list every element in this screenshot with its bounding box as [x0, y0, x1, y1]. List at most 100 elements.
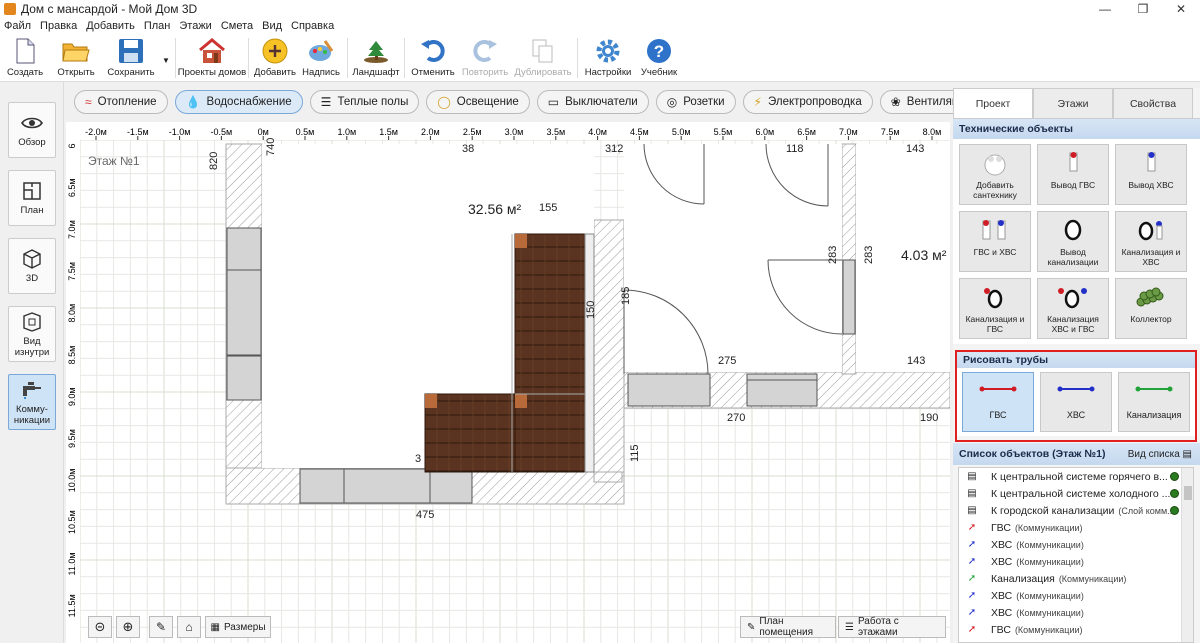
hot-water-outlet-button[interactable]: Вывод ГВС	[1037, 144, 1109, 205]
list-item[interactable]: ➚ ХВС (Коммуникации)	[959, 587, 1193, 604]
title-bar: Дом с мансардой - Мой Дом 3D — ❐ ✕	[0, 0, 1200, 18]
sewer-hot-outlet-button[interactable]: Канализация и ГВС	[959, 278, 1031, 339]
visibility-eye-icon[interactable]	[1170, 472, 1179, 481]
list-item[interactable]: ➚ ХВС (Коммуникации)	[959, 553, 1193, 570]
menu-edit[interactable]: Правка	[40, 20, 77, 32]
zoom-out-button[interactable]: ⊝	[88, 616, 112, 638]
add-icon	[261, 38, 289, 64]
sewer-cold-outlet-button[interactable]: Канализация и ХВС	[1115, 211, 1187, 272]
floor-plan-canvas[interactable]: -2.0м -1.5м -1.0м -0.5м 0м 0.5м 1.0м 1.5м 2.0м 2.…	[66, 122, 950, 643]
add-plumbing-button[interactable]: Добавить сантехнику	[959, 144, 1031, 205]
menu-plan[interactable]: План	[144, 20, 171, 32]
list-item[interactable]: ➚ ГВС (Коммуникации)	[959, 519, 1193, 536]
list-item[interactable]: ➚ ГВС (Коммуникации)	[959, 621, 1193, 638]
dim-143-bottom: 143	[907, 355, 925, 367]
object-list-scrollbar[interactable]	[1181, 468, 1193, 642]
dim-118: 118	[786, 143, 804, 155]
nav-overview[interactable]: Обзор	[8, 102, 56, 158]
house-projects-button[interactable]: Проекты домов	[178, 34, 246, 82]
create-button[interactable]: Создать	[0, 34, 50, 82]
ruler-button[interactable]: ✎	[149, 616, 173, 638]
tab-switches[interactable]: ▭ Выключатели	[536, 90, 649, 114]
list-item[interactable]: ▤ К городской канализации (Слой комм...	[959, 502, 1193, 519]
dim-740: 740	[265, 138, 277, 156]
save-dropdown[interactable]: ▼	[160, 34, 172, 82]
list-view-toggle[interactable]: Вид списка ▤	[1128, 449, 1192, 460]
list-item[interactable]: ➚ ХВС (Коммуникации)	[959, 536, 1193, 553]
sizes-button[interactable]: ▦ Размеры	[205, 616, 271, 638]
ruler-x-label: 8.0м	[923, 127, 942, 137]
ruler-y-label: 10.5м	[67, 510, 77, 534]
area-small: 4.03 м²	[901, 247, 947, 263]
tab-lighting[interactable]: ◯ Освещение	[426, 90, 530, 114]
pipe-sewer-button[interactable]: Канализация	[1118, 372, 1190, 432]
open-button[interactable]: Открыть	[50, 34, 102, 82]
label-button[interactable]: Надпись	[298, 34, 344, 82]
hot-cold-outlet-button[interactable]: ГВС и ХВС	[959, 211, 1031, 272]
plan-svg[interactable]: -2.0м -1.5м -1.0м -0.5м 0м 0.5м 1.0м 1.5м 2.0м 2.…	[66, 122, 950, 643]
landscape-button[interactable]: Ландшафт	[351, 34, 401, 82]
tab-sockets[interactable]: ◎ Розетки	[655, 90, 736, 114]
list-item[interactable]: ➚ Канализация (Коммуникации)	[959, 570, 1193, 587]
duplicate-button[interactable]: Дублировать	[512, 34, 574, 82]
settings-button[interactable]: Настройки	[581, 34, 635, 82]
nav-interior-view[interactable]: Вид изнутри	[8, 306, 56, 362]
collector-button[interactable]: Коллектор	[1115, 278, 1187, 339]
add-plumbing-icon	[975, 150, 1015, 178]
zoom-in-button[interactable]: ⊕	[116, 616, 140, 638]
list-item[interactable]: ▤ К центральной системе горячего в...	[959, 468, 1193, 485]
tab-floors[interactable]: Этажи	[1033, 88, 1113, 118]
tutorial-button[interactable]: ? Учебник	[635, 34, 683, 82]
nav-3d[interactable]: 3D	[8, 238, 56, 294]
room-plan-button[interactable]: ✎ План помещения	[740, 616, 836, 638]
visibility-eye-icon[interactable]	[1170, 506, 1179, 515]
tab-wiring[interactable]: ⚡ Электропроводка	[742, 90, 873, 114]
undo-button[interactable]: Отменить	[408, 34, 458, 82]
cold-water-outlet-button[interactable]: Вывод ХВС	[1115, 144, 1187, 205]
visibility-eye-icon[interactable]	[1170, 489, 1179, 498]
hot-water-outlet-icon	[1053, 150, 1093, 178]
redo-button[interactable]: Повторить	[458, 34, 512, 82]
comment-icon: ▤	[967, 505, 977, 516]
ruler-y-label: 7.5м	[67, 262, 77, 281]
sewer-outlet-button[interactable]: Вывод канализации	[1037, 211, 1109, 272]
menu-view[interactable]: Вид	[262, 20, 282, 32]
menu-add[interactable]: Добавить	[86, 20, 135, 32]
sewer-cold-hot-outlet-button[interactable]: Канализация ХВС и ГВС	[1037, 278, 1109, 339]
list-item[interactable]: ➚ ХВС (Коммуникации)	[959, 604, 1193, 621]
maximize-icon[interactable]: ❐	[1124, 0, 1162, 18]
ruler-y-label: 7.0м	[67, 220, 77, 239]
ruler-x-label: 0.5м	[296, 127, 315, 137]
layers-icon: ☰	[845, 621, 854, 633]
nav-plan[interactable]: План	[8, 170, 56, 226]
menu-estimate[interactable]: Смета	[221, 20, 253, 32]
menu-file[interactable]: Файл	[4, 20, 31, 32]
tab-water-supply[interactable]: 💧 Водоснабжение	[174, 90, 303, 114]
ruler-x-label: 6.5м	[797, 127, 816, 137]
tab-heating[interactable]: ≈ Отопление	[74, 90, 168, 114]
tab-heated-floors[interactable]: ☰ Теплые полы	[309, 90, 420, 114]
nav-communications[interactable]: Комму-никации	[8, 374, 56, 430]
sewer-cold-outlet-icon	[1131, 217, 1171, 245]
close-icon[interactable]: ✕	[1162, 0, 1200, 18]
add-button[interactable]: Добавить	[252, 34, 298, 82]
menu-help[interactable]: Справка	[291, 20, 334, 32]
tab-project[interactable]: Проект	[953, 88, 1033, 118]
pipe-cold-water-button[interactable]: ХВС	[1040, 372, 1112, 432]
pipe-hot-water-button[interactable]: ГВС	[962, 372, 1034, 432]
home-button[interactable]: ⌂	[177, 616, 201, 638]
tech-objects-header: Технические объекты	[953, 119, 1200, 139]
ruler-x-label: 4.5м	[630, 127, 649, 137]
ruler-y-label: 10.0м	[67, 469, 77, 493]
help-icon: ?	[645, 38, 673, 64]
save-button[interactable]: Сохранить	[102, 34, 160, 82]
tab-properties[interactable]: Свойства	[1113, 88, 1193, 118]
floors-work-button[interactable]: ☰ Работа с этажами	[838, 616, 946, 638]
collector-icon	[1131, 284, 1171, 312]
minimize-icon[interactable]: —	[1086, 0, 1124, 18]
hot-pipe-icon: ➚	[967, 624, 977, 635]
menu-floors[interactable]: Этажи	[179, 20, 211, 32]
list-item[interactable]: ▤ К центральной системе холодного ...	[959, 485, 1193, 502]
comment-icon: ▤	[967, 488, 977, 499]
settings-gear-icon	[594, 38, 622, 64]
